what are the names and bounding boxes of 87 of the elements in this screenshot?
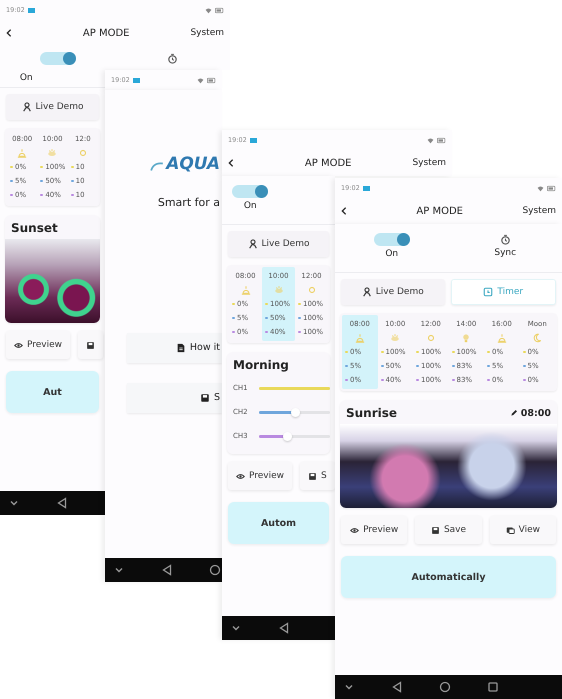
home-circle-icon	[439, 681, 451, 693]
notification-icon	[362, 186, 370, 190]
tab[interactable]: Live Demo	[341, 279, 444, 305]
sync-label: Sync	[494, 248, 516, 258]
cloud-sun-icon	[274, 285, 284, 295]
home-circle-icon	[209, 564, 221, 576]
back-icon	[226, 158, 236, 168]
tagline: Smart for a	[158, 196, 221, 209]
sun-icon	[78, 148, 88, 158]
automatic-button[interactable]: Autom	[228, 502, 329, 544]
bulb-icon	[461, 333, 472, 343]
back-triangle-icon	[161, 564, 173, 576]
back-triangle-icon	[391, 681, 403, 693]
action-button[interactable]: Save	[415, 516, 482, 544]
action-button[interactable]: Preview	[341, 516, 408, 544]
save-icon	[86, 340, 96, 350]
person-icon	[248, 239, 258, 249]
save-icon	[430, 526, 440, 534]
scene-title: Morning	[233, 358, 289, 372]
channel-slider[interactable]	[259, 434, 330, 438]
action-button[interactable]	[78, 331, 104, 359]
scene-title: Sunrise	[346, 406, 398, 420]
square-icon	[487, 681, 499, 693]
wifi-icon	[197, 76, 204, 84]
notification-icon	[28, 8, 35, 12]
battery-icon	[215, 6, 224, 14]
save-icon	[200, 392, 210, 402]
battery-icon	[437, 136, 446, 144]
back-triangle-icon	[56, 497, 68, 509]
cloud-sun-icon	[47, 148, 58, 158]
system-link[interactable]: System	[522, 206, 556, 216]
info-button[interactable]: How it	[127, 332, 222, 362]
toggle-switch[interactable]	[40, 52, 76, 64]
back-icon	[4, 28, 14, 38]
channel-slider[interactable]	[259, 410, 330, 414]
person-icon	[362, 287, 372, 297]
screen-title: AP MODE	[304, 158, 352, 168]
windows-icon	[506, 526, 515, 534]
moon-icon	[532, 333, 542, 343]
sunrise-icon	[240, 285, 250, 295]
sunrise-icon	[354, 333, 365, 343]
info-button[interactable]: S	[127, 382, 222, 412]
wifi-icon	[427, 136, 434, 144]
toggle-label: On	[244, 201, 257, 211]
sun-icon	[306, 285, 316, 295]
action-button[interactable]: View	[490, 516, 556, 544]
eye-icon	[236, 472, 245, 480]
stopwatch-icon	[167, 52, 178, 64]
eye-icon	[350, 526, 360, 534]
sun-icon	[426, 333, 436, 343]
sunrise-icon	[17, 148, 28, 158]
back-triangle-icon	[278, 622, 290, 634]
notification-icon	[250, 138, 257, 142]
wifi-icon	[537, 184, 544, 192]
automatic-button[interactable]: Aut	[6, 371, 99, 413]
timer-icon	[483, 287, 494, 297]
save-icon	[308, 472, 318, 480]
battery-icon	[207, 76, 216, 84]
toggle-switch[interactable]	[232, 185, 268, 198]
screen-title: AP MODE	[82, 28, 130, 38]
system-link[interactable]: System	[412, 158, 446, 168]
stopwatch-icon	[500, 234, 511, 245]
action-button[interactable]: S	[300, 462, 335, 490]
action-button[interactable]: Preview	[228, 462, 292, 490]
toggle-label: On	[385, 249, 398, 259]
toggle-label: On	[20, 73, 33, 83]
eye-icon	[14, 340, 23, 350]
person-icon	[22, 102, 32, 112]
action-button[interactable]: Preview	[6, 331, 70, 359]
document-icon	[176, 342, 186, 352]
notification-icon	[132, 78, 140, 82]
channel-slider[interactable]	[259, 386, 330, 390]
pencil-icon	[510, 409, 518, 417]
scene-title: Sunset	[11, 221, 58, 235]
scene-time[interactable]: 08:00	[510, 408, 551, 418]
tab[interactable]: Live Demo	[228, 231, 329, 257]
automatic-button[interactable]: Automatically	[341, 556, 556, 598]
logo-text: AQUA	[166, 154, 220, 174]
wifi-icon	[205, 6, 212, 14]
battery-icon	[547, 184, 556, 192]
toggle-switch[interactable]	[374, 233, 410, 246]
system-link[interactable]: System	[190, 28, 224, 38]
sunrise-icon	[496, 333, 507, 343]
screen-title: AP MODE	[416, 206, 463, 216]
tab[interactable]: Live Demo	[6, 94, 99, 120]
cloud-sun-icon	[390, 333, 400, 343]
back-icon	[339, 206, 349, 216]
